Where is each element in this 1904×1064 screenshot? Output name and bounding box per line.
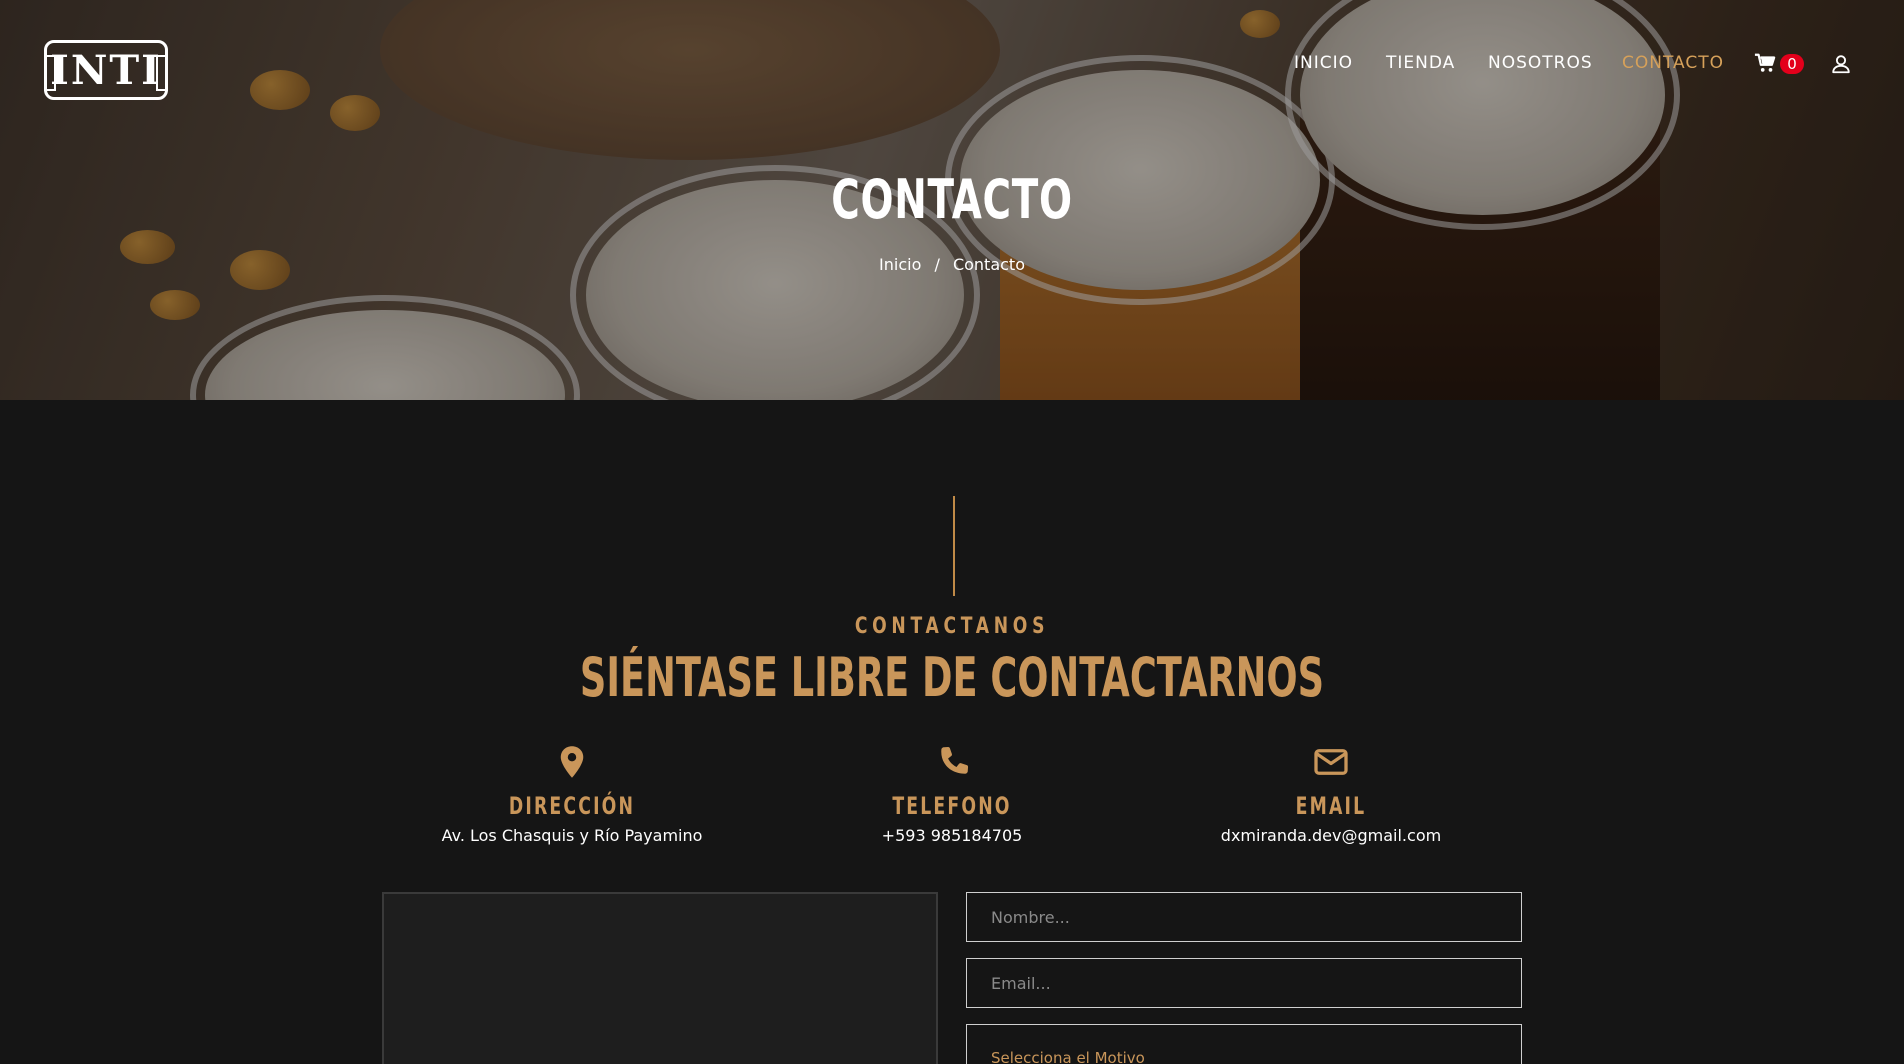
section-divider-line — [953, 496, 955, 596]
breadcrumb-home[interactable]: Inicio — [879, 255, 921, 274]
email-label: EMAIL — [1295, 792, 1367, 820]
email-value: dxmiranda.dev@gmail.com — [1220, 826, 1442, 845]
address-label: DIRECCIÓN — [508, 792, 636, 820]
hero-banner: INTI INICIO TIENDA NOSOTROS CONTACTO 0 C… — [0, 0, 1904, 400]
breadcrumb-separator: / — [934, 255, 940, 274]
logo-text: INTI — [50, 46, 162, 94]
breadcrumb: Inicio / Contacto — [0, 255, 1904, 274]
nav-inicio[interactable]: INICIO — [1294, 53, 1353, 73]
nav-nosotros[interactable]: NOSOTROS — [1488, 53, 1593, 73]
cart-icon[interactable] — [1754, 52, 1776, 74]
page-title: CONTACTO — [831, 168, 1073, 231]
map-embed[interactable] — [382, 892, 938, 1064]
phone-value: +593 985184705 — [881, 826, 1023, 845]
info-email: EMAIL dxmiranda.dev@gmail.com — [1131, 744, 1531, 845]
name-input[interactable] — [966, 892, 1522, 942]
phone-label: TELEFONO — [892, 792, 1012, 820]
reason-select[interactable]: Selecciona el Motivo — [966, 1024, 1522, 1064]
user-icon[interactable] — [1830, 53, 1852, 75]
reason-select-placeholder: Selecciona el Motivo — [991, 1049, 1145, 1064]
breadcrumb-current: Contacto — [952, 255, 1025, 274]
email-input[interactable] — [966, 958, 1522, 1008]
info-address: DIRECCIÓN Av. Los Chasquis y Río Payamin… — [372, 744, 772, 845]
address-value: Av. Los Chasquis y Río Payamino — [441, 826, 703, 845]
phone-icon — [941, 747, 969, 774]
section-headline: SIÉNTASE LIBRE DE CONTACTARNOS — [579, 646, 1325, 709]
map-pin-icon — [560, 746, 584, 778]
nav-contacto[interactable]: CONTACTO — [1622, 53, 1724, 73]
cart-count-badge: 0 — [1780, 54, 1804, 74]
nav-tienda[interactable]: TIENDA — [1386, 53, 1455, 73]
info-phone: TELEFONO +593 985184705 — [752, 744, 1152, 845]
envelope-icon — [1314, 749, 1348, 775]
site-logo[interactable]: INTI — [44, 40, 168, 100]
section-eyebrow: CONTACTANOS — [854, 614, 1050, 639]
